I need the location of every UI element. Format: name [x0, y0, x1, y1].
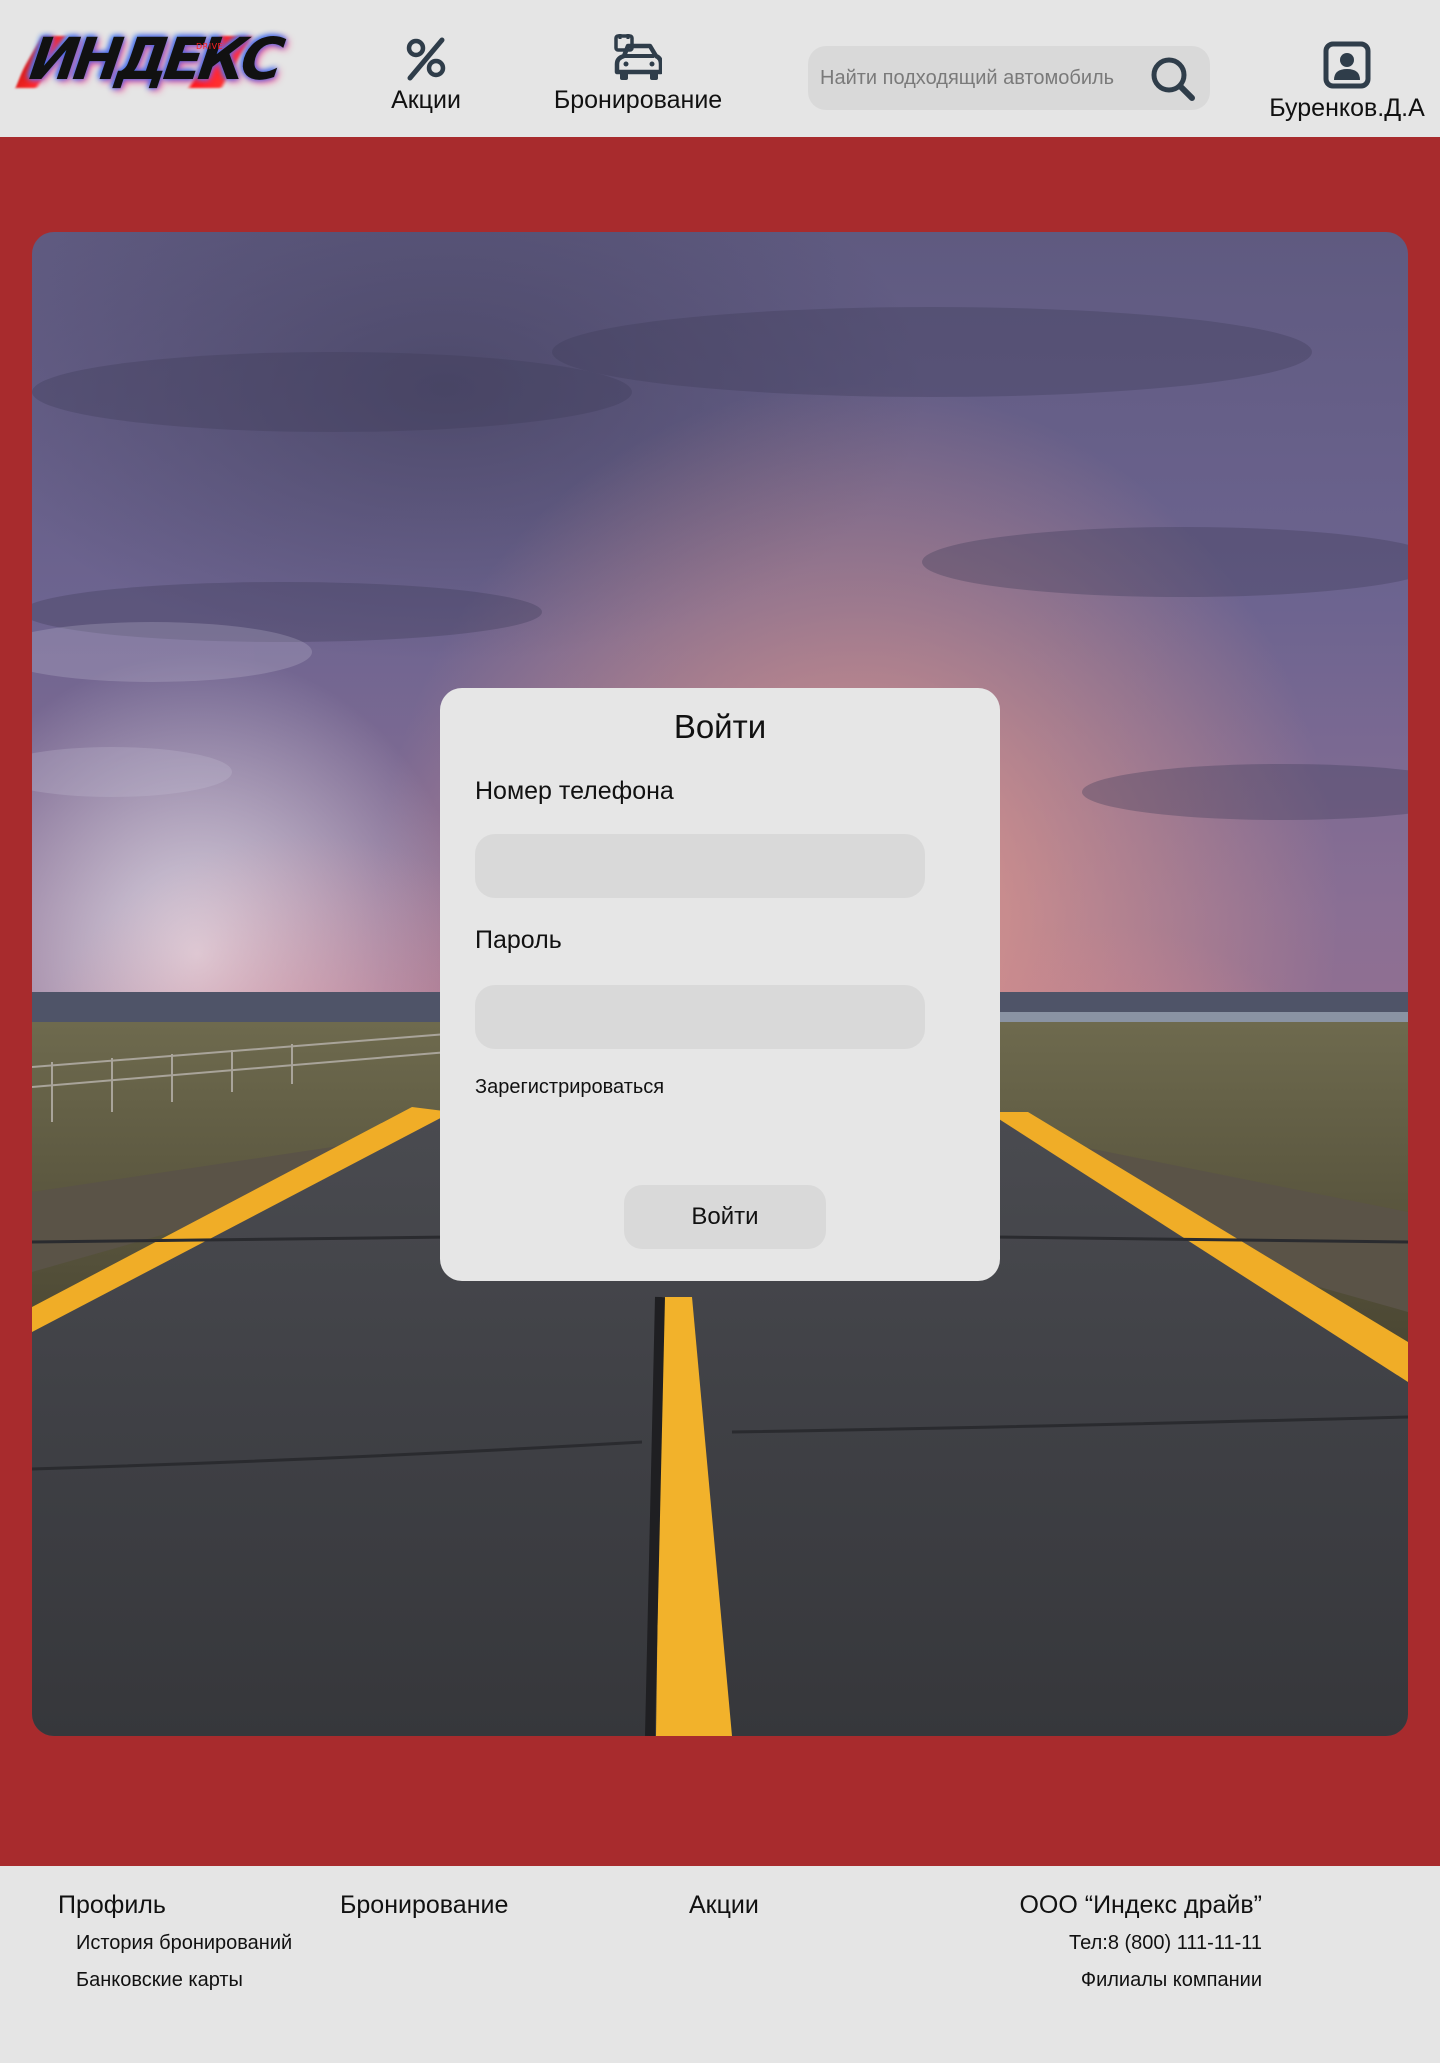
login-submit-button[interactable]: Войти [624, 1185, 826, 1249]
car-booking-icon [614, 34, 662, 80]
footer: Профиль История бронирований Банковские … [0, 1866, 1440, 2063]
phone-label: Номер телефона [475, 777, 674, 805]
footer-company-name: ООО “Индекс драйв” [1019, 1891, 1262, 1919]
footer-phone: Тел:8 (800) 111-11-11 [1069, 1932, 1262, 1954]
nav-promotions[interactable]: Акции [380, 34, 472, 115]
search-button[interactable] [1148, 54, 1198, 104]
search-icon [1151, 57, 1195, 101]
login-card: Войти Номер телефона Пароль Зарегистриро… [440, 688, 1000, 1281]
logo[interactable]: ИНДЕКС DRIVE [15, 25, 284, 100]
logo-subtext: DRIVE [196, 42, 224, 51]
user-name: Буренков.Д.А [1269, 94, 1425, 122]
footer-branches-link[interactable]: Филиалы компании [1081, 1969, 1262, 1992]
footer-booking-history-link[interactable]: История бронирований [76, 1932, 292, 1955]
footer-promotions-link[interactable]: Акции [689, 1891, 759, 1920]
footer-bank-cards-link[interactable]: Банковские карты [76, 1969, 243, 1992]
header: ИНДЕКС DRIVE Акции Бронирование Найти по… [0, 0, 1440, 137]
search-bar [808, 46, 1210, 110]
logo-text: ИНДЕКС [25, 25, 284, 93]
user-profile[interactable]: Буренков.Д.А [1264, 40, 1430, 123]
password-input[interactable] [475, 985, 925, 1049]
register-link[interactable]: Зарегистрироваться [475, 1076, 664, 1099]
password-label: Пароль [475, 926, 562, 954]
footer-profile-link[interactable]: Профиль [58, 1891, 166, 1920]
nav-booking[interactable]: Бронирование [550, 34, 726, 115]
login-title: Войти [673, 708, 767, 745]
nav-promotions-label: Акции [391, 86, 461, 114]
footer-booking-link[interactable]: Бронирование [340, 1891, 508, 1920]
user-avatar-icon [1323, 41, 1371, 89]
search-input[interactable] [820, 56, 1150, 100]
percent-icon [406, 37, 446, 81]
nav-booking-label: Бронирование [553, 86, 723, 114]
phone-input[interactable] [475, 834, 925, 898]
